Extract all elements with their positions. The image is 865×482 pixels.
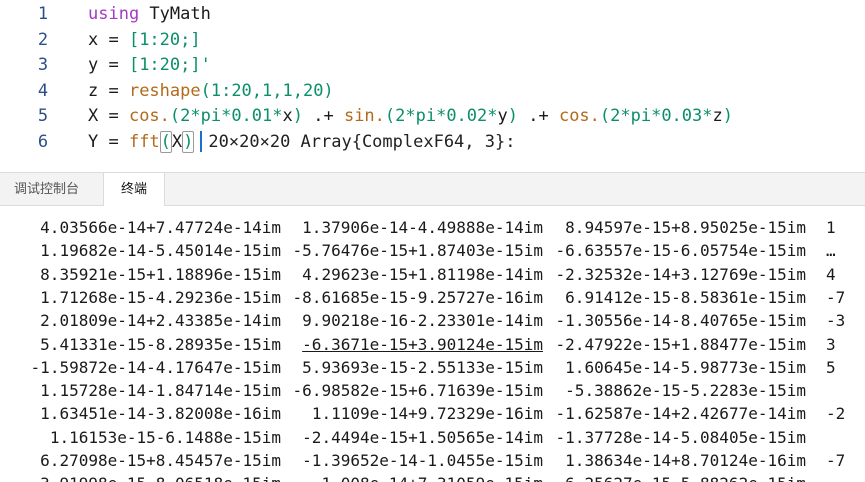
terminal-row: 1.16153e-15-6.1488e-15im -2.4494e-15+1.50… xyxy=(0,426,865,449)
tab-terminal[interactable]: 终端 xyxy=(103,173,165,206)
matrix-cell: -1.62587e-14+2.42677e-14im xyxy=(555,404,806,424)
code-token: sin. xyxy=(343,106,385,126)
code-token: y = xyxy=(88,55,129,75)
line-number: 6 xyxy=(37,131,49,152)
code-token: ) xyxy=(292,106,303,126)
panel-tab-bar: 调试控制台 终端 xyxy=(0,172,865,206)
matrix-cell: -2.32532e-14+3.12769e-15im xyxy=(555,264,806,284)
code-token: x xyxy=(282,106,293,126)
code-token: using xyxy=(88,4,140,24)
matrix-cell: -6.63557e-15-6.05754e-15im xyxy=(555,241,806,261)
code-token: (2*pi*0.03* xyxy=(599,106,713,126)
matrix-cell: -3 xyxy=(826,311,846,331)
inline-type-hint: 20×20×20 Array{ComplexF64, 3}: xyxy=(208,131,516,152)
matrix-cell: -5.38862e-15-5.2283e-15im xyxy=(565,381,806,401)
code-token: ) xyxy=(722,106,733,126)
code-token: ) xyxy=(507,106,518,126)
terminal-row: 1.63451e-14-3.82008e-16im 1.1109e-14+9.72… xyxy=(0,402,865,425)
terminal-row: -1.59872e-14-4.17647e-15im 5.93693e-15-2.… xyxy=(0,356,865,379)
code-text[interactable]: using TyMath xyxy=(88,2,211,27)
code-token: z xyxy=(712,106,723,126)
code-token: (2*pi*0.01* xyxy=(169,106,283,126)
code-line[interactable]: 6 Y = fft(X) 20×20×20 Array{ComplexF64, 3}… xyxy=(0,130,865,155)
line-number: 2 xyxy=(37,29,49,50)
code-token: TyMath xyxy=(139,4,211,24)
code-token: fft xyxy=(128,131,160,152)
code-token: X xyxy=(171,131,183,152)
code-line[interactable]: 2 x = [1:20;] xyxy=(0,28,865,53)
matrix-cell: 4 xyxy=(826,264,836,284)
code-token: Y = xyxy=(88,131,129,152)
code-text[interactable]: y = [1:20;]' xyxy=(88,53,211,78)
matrix-cell: -2 xyxy=(826,404,846,424)
code-token: x = xyxy=(88,29,129,50)
matrix-cell: -1.30556e-14-8.40765e-15im xyxy=(555,311,806,331)
code-text[interactable]: X = cos.(2*pi*0.01*x) .+ sin.(2*pi*0.02*… xyxy=(88,104,733,129)
terminal-output[interactable]: 4.03566e-14+7.47724e-14im 1.37906e-14-4.4… xyxy=(0,207,865,482)
terminal-row: 6.27098e-15+8.45457e-15im -1.39652e-14-1.… xyxy=(0,449,865,472)
line-number: 5 xyxy=(37,106,49,126)
code-line[interactable]: 3 y = [1:20;]' xyxy=(0,53,865,78)
matrix-cell: 6.91412e-15-8.58361e-15im xyxy=(565,287,806,307)
code-token: [1:20;]' xyxy=(128,55,211,75)
code-token: cos. xyxy=(128,106,170,126)
code-token: X = xyxy=(88,106,129,126)
text-cursor xyxy=(200,131,203,152)
code-token: ) xyxy=(182,130,195,153)
code-line[interactable]: 5X = cos.(2*pi*0.01*x) .+ sin.(2*pi*0.02… xyxy=(0,104,865,129)
code-text[interactable]: Y = fft(X) 20×20×20 Array{ComplexF64, 3}: xyxy=(88,130,515,155)
code-line[interactable]: 4 z = reshape(1:20,1,1,20) xyxy=(0,79,865,104)
code-text[interactable]: x = [1:20;] xyxy=(88,28,201,53)
terminal-row: 1.19682e-14-5.45014e-15im -5.76476e-15+1.… xyxy=(0,239,865,262)
code-token: y xyxy=(497,106,508,126)
terminal-row: 4.03566e-14+7.47724e-14im 1.37906e-14-4.4… xyxy=(0,216,865,239)
code-token: cos. xyxy=(558,106,600,126)
matrix-cell: -1.37728e-14-5.08405e-15im xyxy=(555,427,806,447)
code-token: .+ xyxy=(518,106,559,126)
code-token: ( xyxy=(159,130,172,153)
line-number: 3 xyxy=(37,55,49,75)
matrix-cell: 1.60645e-14-5.98773e-15im xyxy=(565,357,806,377)
code-token: [1:20;] xyxy=(128,29,201,50)
code-editor[interactable]: 1 using TyMath 2 x = [1:20;] 3 y = [1:20;]' 4 z… xyxy=(0,0,865,172)
code-token: z = xyxy=(88,80,129,101)
code-token: (1:20,1,1,20) xyxy=(200,80,334,101)
code-line[interactable]: 1 using TyMath xyxy=(0,2,865,27)
line-number: 1 xyxy=(37,4,49,24)
terminal-row: 3.91998e-15-8.06518e-15im-1.008e-14+7.31… xyxy=(0,472,865,482)
matrix-cell: … xyxy=(826,241,836,261)
terminal-row: 1.15728e-14-1.84714e-15im -6.98582e-15+6.… xyxy=(0,379,865,402)
tab-debug-console[interactable]: 调试控制台 xyxy=(14,173,94,206)
matrix-cell: -7 xyxy=(826,287,846,307)
terminal-row: 5.41331e-15-8.28935e-15im -6.3671e-15+3.9… xyxy=(0,333,865,356)
line-number: 4 xyxy=(37,80,49,101)
terminal-row: 8.35921e-15+1.18896e-15im 4.29623e-15+1.8… xyxy=(0,263,865,286)
matrix-cell: 1.38634e-14+8.70124e-16im xyxy=(565,451,806,470)
matrix-cell: -7 xyxy=(826,451,846,470)
code-text[interactable]: z = reshape(1:20,1,1,20) xyxy=(88,79,334,104)
matrix-cell: 6.25627e-15-5.88262e-15im xyxy=(0,472,806,482)
terminal-row: 2.01809e-14+2.43385e-14im 9.90218e-16-2.2… xyxy=(0,309,865,332)
matrix-cell: -2.47922e-15+1.88477e-15im xyxy=(555,334,806,354)
code-token: .+ xyxy=(303,106,344,126)
terminal-row: 1.71268e-15-4.29236e-15im -8.61685e-15-9.… xyxy=(0,286,865,309)
code-token: (2*pi*0.02* xyxy=(384,106,498,126)
code-token: reshape xyxy=(128,80,201,101)
matrix-cell: 3 xyxy=(826,334,836,354)
matrix-cell: 1 xyxy=(826,218,836,237)
matrix-cell: 8.94597e-15+8.95025e-15im xyxy=(565,218,806,237)
matrix-cell: 5 xyxy=(826,357,836,377)
